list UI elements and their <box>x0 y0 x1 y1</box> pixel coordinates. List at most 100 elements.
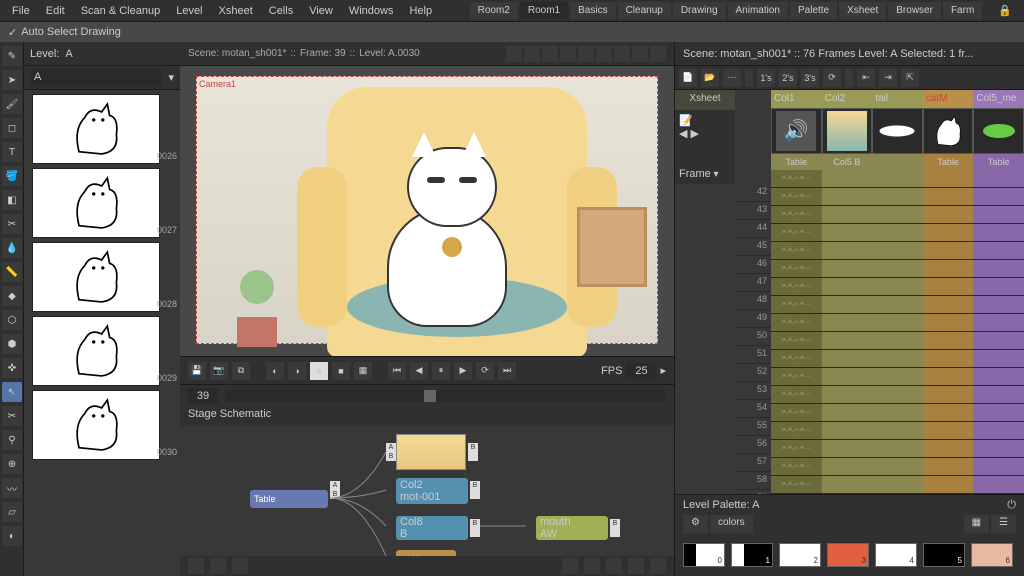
loop-icon[interactable]: ⟳ <box>476 362 494 380</box>
frame-num[interactable]: 45 <box>735 238 771 256</box>
cell[interactable] <box>822 350 873 368</box>
white-icon[interactable]: ■ <box>310 362 328 380</box>
new-icon[interactable]: 📄 <box>679 69 697 87</box>
room-palette[interactable]: Palette <box>790 2 837 19</box>
cell[interactable] <box>771 224 822 242</box>
cell[interactable] <box>822 476 873 494</box>
fps-step[interactable]: ▸ <box>660 364 666 377</box>
opt-icon[interactable] <box>650 46 666 62</box>
cell[interactable] <box>973 170 1024 188</box>
cell[interactable] <box>771 296 822 314</box>
cell[interactable] <box>923 260 974 278</box>
col-thumb[interactable] <box>923 108 974 154</box>
port-b[interactable]: B <box>468 443 478 461</box>
sc-icon[interactable] <box>232 558 248 574</box>
col-header[interactable]: Col1 <box>771 90 822 108</box>
node-catm[interactable]: catM <box>396 550 456 556</box>
sc-icon[interactable] <box>584 558 600 574</box>
cell[interactable] <box>872 170 923 188</box>
level-selector[interactable]: A <box>30 69 162 87</box>
cell[interactable] <box>973 242 1024 260</box>
cell[interactable] <box>771 350 822 368</box>
cell[interactable] <box>771 170 822 188</box>
frame-num[interactable]: 47 <box>735 274 771 292</box>
xsheet-tab[interactable]: Xsheet <box>675 90 735 110</box>
cell[interactable] <box>771 188 822 206</box>
cell[interactable] <box>771 440 822 458</box>
cell[interactable] <box>973 386 1024 404</box>
schematic-view[interactable]: AB B Table AB Col2mot-001 B Col8B B catM… <box>180 426 674 556</box>
thumb[interactable]: 0028 <box>32 242 160 312</box>
cell[interactable] <box>973 458 1024 476</box>
cell[interactable] <box>771 242 822 260</box>
cell[interactable] <box>822 188 873 206</box>
frame-num[interactable]: 51 <box>735 346 771 364</box>
menu-scan[interactable]: Scan & Cleanup <box>73 5 169 17</box>
tool-tracker[interactable]: ⊕ <box>2 454 22 474</box>
cell[interactable] <box>872 350 923 368</box>
cell[interactable] <box>973 404 1024 422</box>
tool-bend[interactable]: 〰 <box>2 478 22 498</box>
save-icon[interactable]: 💾 <box>188 362 206 380</box>
cell[interactable] <box>771 476 822 494</box>
cell[interactable] <box>872 440 923 458</box>
snapshot-icon[interactable]: 📷 <box>210 362 228 380</box>
frame-num[interactable]: 49 <box>735 310 771 328</box>
checker-icon[interactable]: ▦ <box>354 362 372 380</box>
port-ab[interactable]: AB <box>330 481 340 499</box>
thumb[interactable]: 0029 <box>32 316 160 386</box>
cell[interactable] <box>923 296 974 314</box>
color-swatch[interactable]: 4 <box>875 543 917 567</box>
cell[interactable] <box>872 242 923 260</box>
sc-icon[interactable] <box>628 558 644 574</box>
col-thumb[interactable] <box>973 108 1024 154</box>
frame-track[interactable] <box>226 390 666 402</box>
opt-icon[interactable] <box>578 46 594 62</box>
cell[interactable] <box>973 224 1024 242</box>
cell[interactable] <box>973 476 1024 494</box>
tool-magnet[interactable]: ⬢ <box>2 334 22 354</box>
cell[interactable] <box>923 206 974 224</box>
opt-icon[interactable] <box>506 46 522 62</box>
power-icon[interactable]: ⏻ <box>1007 499 1016 512</box>
bg2-icon[interactable]: ◑ <box>288 362 306 380</box>
color-swatch[interactable]: 1 <box>731 543 773 567</box>
cell[interactable] <box>822 242 873 260</box>
tool-arrow[interactable]: ➤ <box>2 70 22 90</box>
tool-brush[interactable]: 🖌 <box>2 94 22 114</box>
color-swatch[interactable]: 3 <box>827 543 869 567</box>
cell[interactable] <box>872 404 923 422</box>
frame-num[interactable]: 55 <box>735 418 771 436</box>
tab-colors[interactable]: colors <box>710 515 753 533</box>
cell[interactable] <box>822 404 873 422</box>
opt-icon[interactable] <box>614 46 630 62</box>
col-header[interactable]: tail <box>872 90 923 108</box>
node-table[interactable]: Table <box>250 490 328 508</box>
menu-xsheet[interactable]: Xsheet <box>211 5 261 17</box>
bg-icon[interactable]: ◐ <box>266 362 284 380</box>
cell[interactable] <box>923 440 974 458</box>
cell[interactable] <box>771 260 822 278</box>
frame-num[interactable]: 44 <box>735 220 771 238</box>
opt-icon[interactable] <box>632 46 648 62</box>
cell[interactable] <box>822 368 873 386</box>
play-icon[interactable]: ▶ <box>454 362 472 380</box>
opt-icon[interactable] <box>596 46 612 62</box>
cell[interactable] <box>771 422 822 440</box>
black-icon[interactable]: ■ <box>332 362 350 380</box>
cell[interactable] <box>872 278 923 296</box>
menu-file[interactable]: File <box>4 5 38 17</box>
thumb[interactable]: 0030 <box>32 390 160 460</box>
cell[interactable] <box>923 458 974 476</box>
room-drawing[interactable]: Drawing <box>673 2 726 19</box>
cell[interactable] <box>923 422 974 440</box>
step-1[interactable]: 1's <box>757 69 775 87</box>
frame-handle[interactable] <box>424 390 436 402</box>
cell[interactable] <box>872 206 923 224</box>
tool-ruler[interactable]: 📏 <box>2 262 22 282</box>
cell[interactable] <box>872 368 923 386</box>
node-thumb[interactable] <box>396 434 466 470</box>
node-col2[interactable]: Col2mot-001 <box>396 478 468 504</box>
view-icon[interactable]: ▦ <box>964 515 989 533</box>
cell[interactable] <box>771 332 822 350</box>
